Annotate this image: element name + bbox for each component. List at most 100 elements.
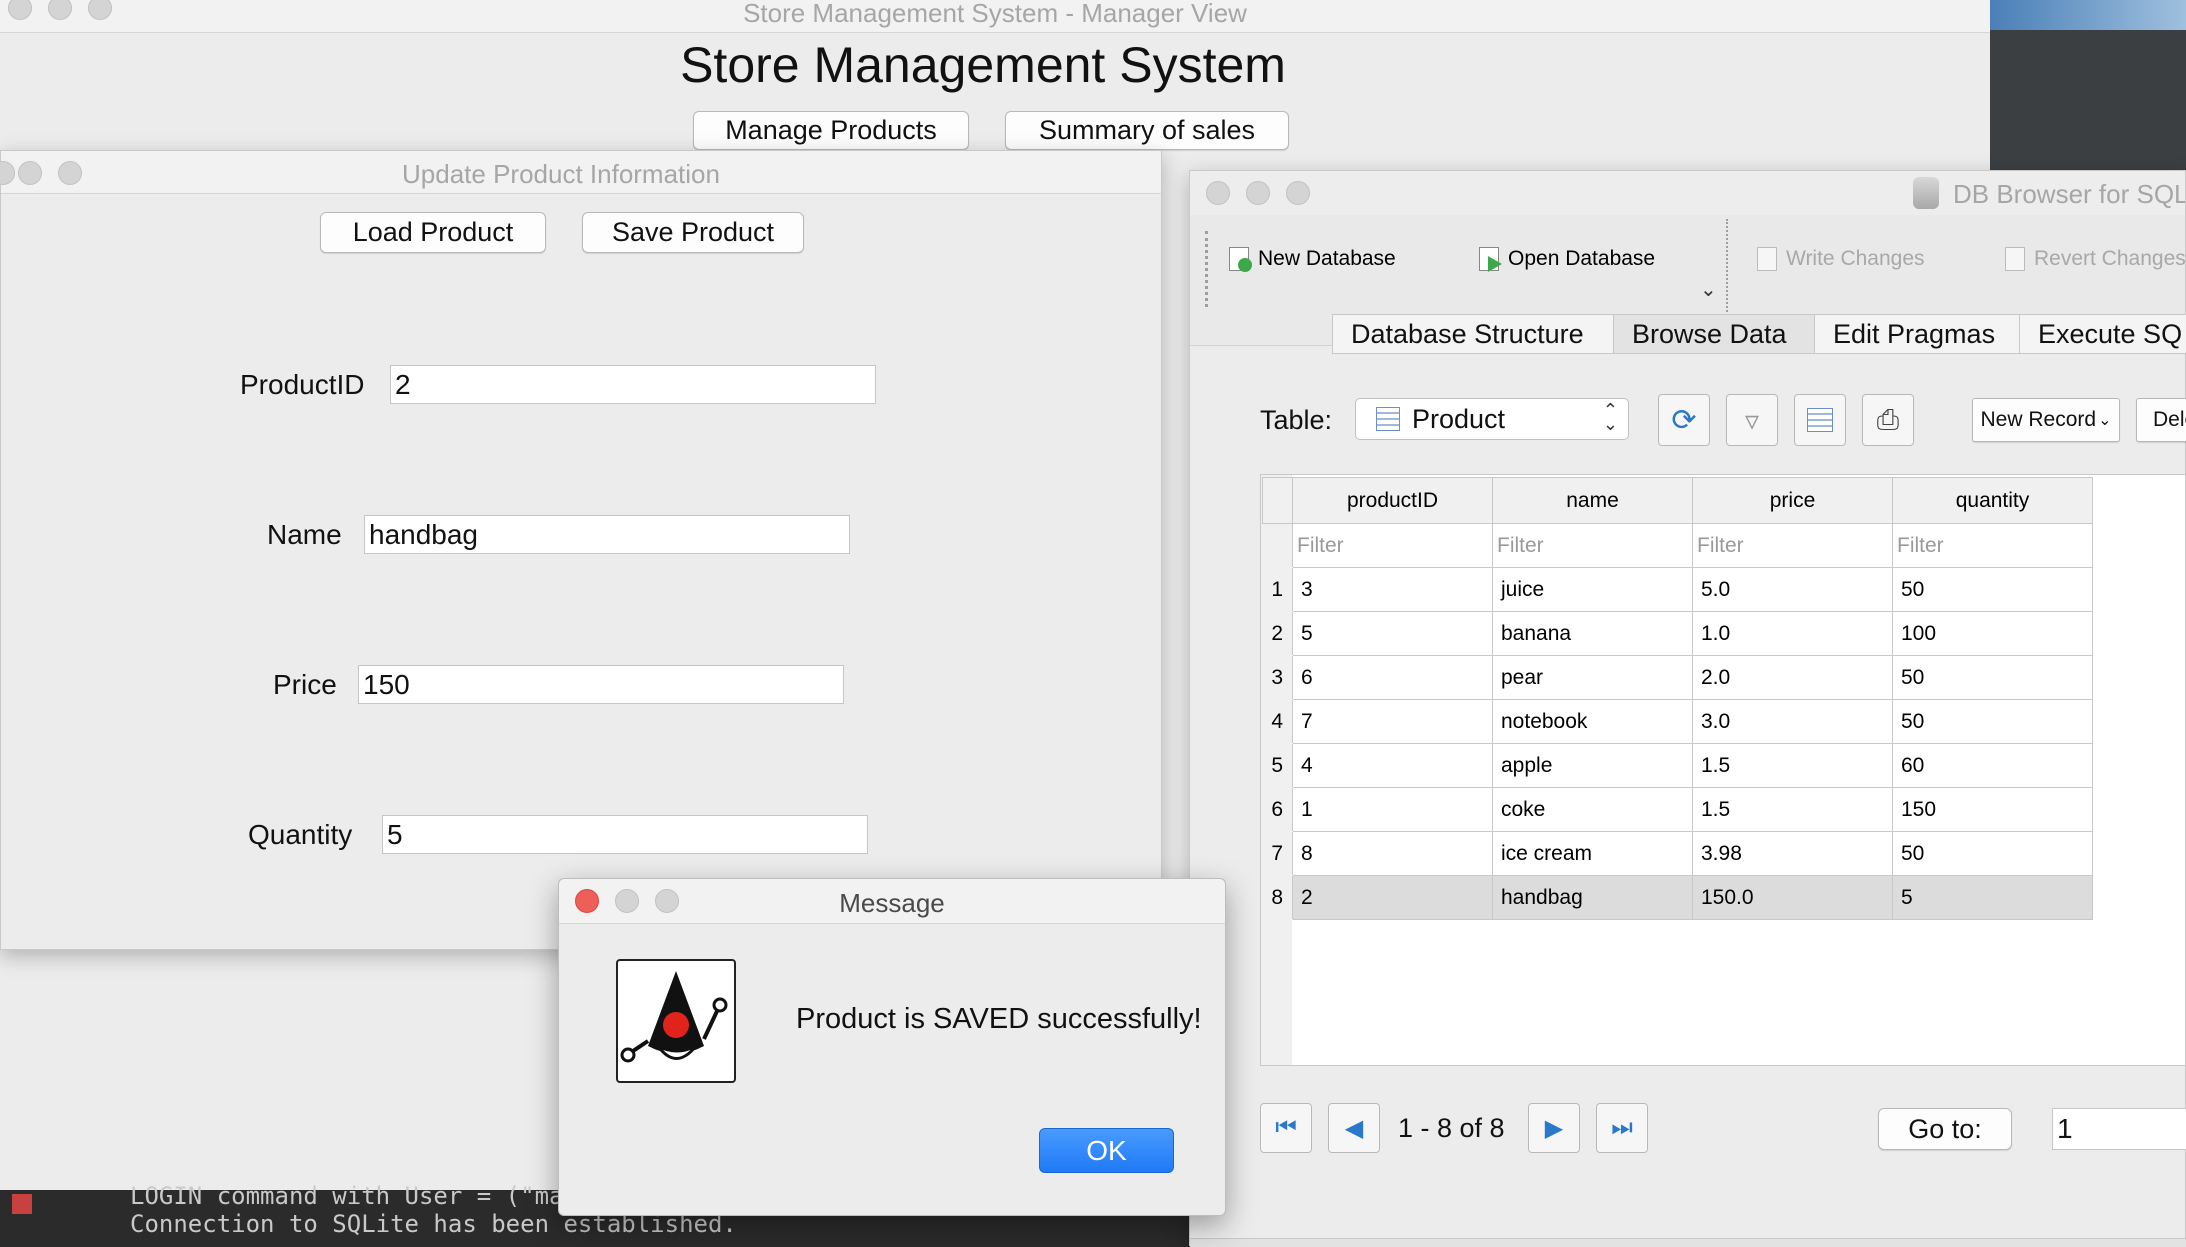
filter-input[interactable]: Filter — [1692, 523, 1893, 568]
tab-edit-pragmas[interactable]: Edit Pragmas — [1814, 314, 2020, 354]
cell-productid[interactable]: 1 — [1292, 787, 1493, 832]
previous-page-button[interactable]: ◀ — [1328, 1103, 1380, 1153]
cell-quantity[interactable]: 60 — [1892, 743, 2093, 788]
row-number: 6 — [1262, 787, 1293, 832]
write-changes-label: Write Changes — [1786, 247, 1925, 270]
toolbar-grip — [1205, 231, 1208, 307]
refresh-button[interactable]: ⟳ — [1658, 394, 1710, 446]
table-row[interactable]: 2 5 banana 1.0 100 — [1262, 611, 2093, 656]
table-row[interactable]: 5 4 apple 1.5 60 — [1262, 743, 2093, 788]
cell-quantity[interactable]: 50 — [1892, 699, 2093, 744]
cell-price[interactable]: 2.0 — [1692, 655, 1893, 700]
tab-browse-data[interactable]: Browse Data — [1613, 314, 1815, 354]
close-button[interactable] — [1206, 181, 1230, 205]
cell-quantity[interactable]: 50 — [1892, 655, 2093, 700]
cell-productid[interactable]: 8 — [1292, 831, 1493, 876]
column-header[interactable]: name — [1492, 477, 1693, 524]
tab-execute-sql[interactable]: Execute SQ — [2019, 314, 2186, 354]
print-button[interactable]: ⎙ — [1862, 394, 1914, 446]
table-row[interactable]: 6 1 coke 1.5 150 — [1262, 787, 2093, 832]
last-page-button[interactable]: ⏭ — [1596, 1103, 1648, 1153]
cell-quantity[interactable]: 150 — [1892, 787, 2093, 832]
cell-productid[interactable]: 2 — [1292, 875, 1493, 920]
clear-filters-button[interactable]: ▿ — [1726, 394, 1778, 446]
cell-price[interactable]: 1.5 — [1692, 743, 1893, 788]
open-database-label: Open Database — [1508, 247, 1656, 270]
filter-input[interactable]: Filter — [1892, 523, 2093, 568]
cell-productid[interactable]: 3 — [1292, 567, 1493, 612]
cell-price[interactable]: 3.98 — [1692, 831, 1893, 876]
write-changes-button[interactable]: Write Changes — [1754, 246, 1925, 272]
cell-productid[interactable]: 4 — [1292, 743, 1493, 788]
cell-price[interactable]: 5.0 — [1692, 567, 1893, 612]
cell-quantity[interactable]: 5 — [1892, 875, 2093, 920]
name-input[interactable]: handbag — [364, 515, 850, 554]
filter-input[interactable]: Filter — [1492, 523, 1693, 568]
revert-changes-button[interactable]: Revert Changes — [2002, 246, 2185, 272]
cell-name[interactable]: pear — [1492, 655, 1693, 700]
cell-quantity[interactable]: 50 — [1892, 831, 2093, 876]
cell-price[interactable]: 1.0 — [1692, 611, 1893, 656]
first-page-icon: ⏮ — [1275, 1114, 1297, 1141]
save-table-button[interactable] — [1794, 394, 1846, 446]
db-window-title: DB Browser for SQL — [1953, 179, 2186, 209]
summary-of-sales-button[interactable]: Summary of sales — [1005, 111, 1289, 150]
cell-price[interactable]: 150.0 — [1692, 875, 1893, 920]
delete-record-label: Dele — [2153, 408, 2186, 431]
stop-icon[interactable] — [12, 1194, 32, 1214]
open-database-icon — [1476, 246, 1502, 272]
cell-name[interactable]: notebook — [1492, 699, 1693, 744]
cell-name[interactable]: handbag — [1492, 875, 1693, 920]
cell-productid[interactable]: 5 — [1292, 611, 1493, 656]
go-to-button[interactable]: Go to: — [1878, 1108, 2012, 1150]
cell-name[interactable]: ice cream — [1492, 831, 1693, 876]
zoom-button[interactable] — [1286, 181, 1310, 205]
table-select[interactable]: Product ⌃ ⌄ — [1355, 398, 1629, 440]
product-id-label: ProductID — [240, 369, 365, 400]
cell-name[interactable]: banana — [1492, 611, 1693, 656]
next-page-button[interactable]: ▶ — [1528, 1103, 1580, 1153]
cell-name[interactable]: apple — [1492, 743, 1693, 788]
new-record-button[interactable]: New Record ⌄ — [1972, 398, 2120, 442]
price-input[interactable]: 150 — [358, 665, 844, 704]
filter-input[interactable]: Filter — [1292, 523, 1493, 568]
column-header[interactable]: productID — [1292, 477, 1493, 524]
cell-name[interactable]: juice — [1492, 567, 1693, 612]
ok-button[interactable]: OK — [1039, 1128, 1174, 1173]
update-window-title: Update Product Information — [402, 159, 720, 189]
manage-products-button[interactable]: Manage Products — [693, 111, 969, 150]
table-row[interactable]: 3 6 pear 2.0 50 — [1262, 655, 2093, 700]
cell-quantity[interactable]: 100 — [1892, 611, 2093, 656]
save-product-button[interactable]: Save Product — [582, 212, 804, 253]
product-id-input[interactable]: 2 — [390, 365, 876, 404]
cell-price[interactable]: 3.0 — [1692, 699, 1893, 744]
cell-productid[interactable]: 7 — [1292, 699, 1493, 744]
new-database-button[interactable]: New Database — [1226, 246, 1396, 272]
first-page-button[interactable]: ⏮ — [1260, 1103, 1312, 1153]
quantity-input[interactable]: 5 — [382, 815, 868, 854]
table-row-selected[interactable]: 8 2 handbag 150.0 5 — [1262, 875, 2093, 920]
cell-price[interactable]: 1.5 — [1692, 787, 1893, 832]
table-row[interactable]: 4 7 notebook 3.0 50 — [1262, 699, 2093, 744]
minimize-button[interactable] — [1246, 181, 1270, 205]
column-header[interactable]: quantity — [1892, 477, 2093, 524]
tab-database-structure[interactable]: Database Structure — [1332, 314, 1614, 354]
delete-record-button[interactable]: Dele — [2136, 398, 2186, 442]
update-titlebar: Update Product Information — [0, 151, 1161, 194]
cell-quantity[interactable]: 50 — [1892, 567, 2093, 612]
table-row[interactable]: 1 3 juice 5.0 50 — [1262, 567, 2093, 612]
load-product-button[interactable]: Load Product — [320, 212, 546, 253]
column-header[interactable]: price — [1692, 477, 1893, 524]
console-line-1: LOGIN command with User = ("mar — [130, 1182, 578, 1210]
cell-productid[interactable]: 6 — [1292, 655, 1493, 700]
new-database-label: New Database — [1258, 247, 1396, 270]
chevron-down-icon[interactable]: ⌄ — [1700, 277, 1717, 302]
name-label: Name — [267, 519, 342, 550]
open-database-button[interactable]: Open Database — [1476, 246, 1655, 272]
go-to-input[interactable]: 1 — [2052, 1108, 2186, 1150]
table-row[interactable]: 7 8 ice cream 3.98 50 — [1262, 831, 2093, 876]
message-dialog: Message Product is SAVED successfully! O… — [558, 878, 1226, 1216]
pagination-status: 1 - 8 of 8 — [1398, 1113, 1505, 1143]
row-number: 7 — [1262, 831, 1293, 876]
cell-name[interactable]: coke — [1492, 787, 1693, 832]
